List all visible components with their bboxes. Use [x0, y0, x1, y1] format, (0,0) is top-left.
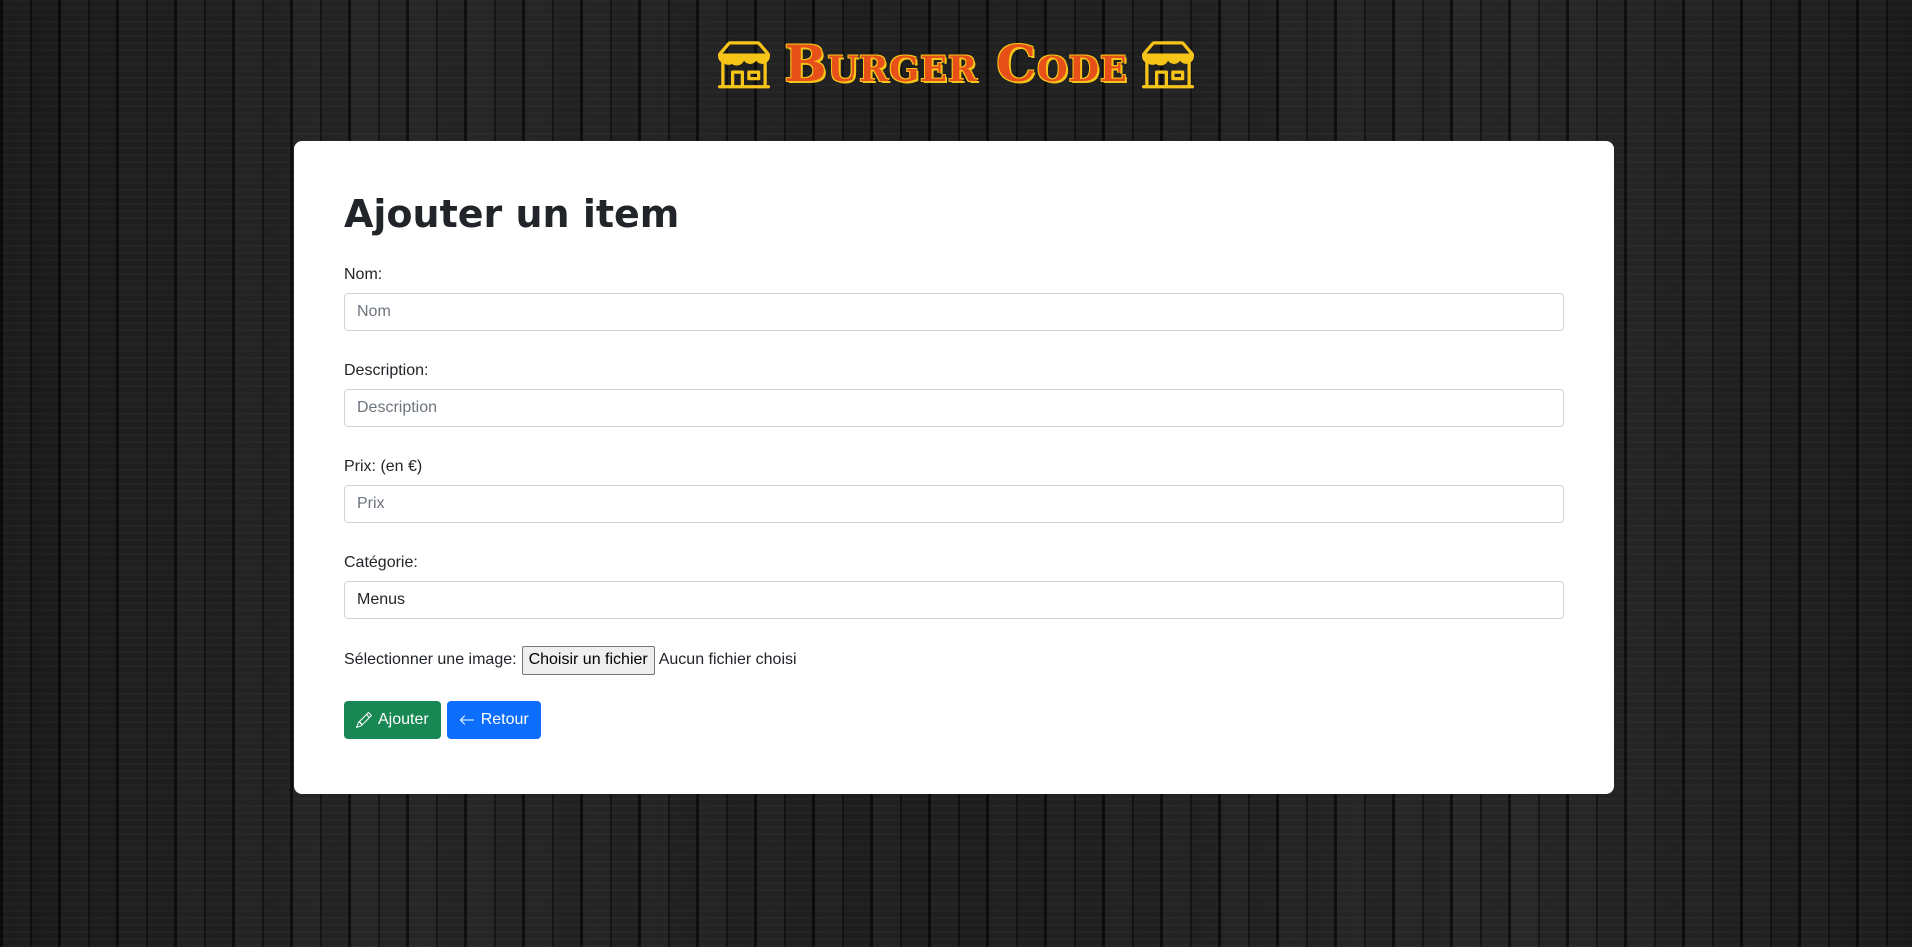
add-item-card: Ajouter un item Nom: Description: Prix: … — [294, 141, 1614, 794]
form-actions: Ajouter Retour — [344, 701, 1564, 739]
choose-file-button[interactable]: Choisir un fichier — [521, 645, 655, 675]
image-label: Sélectionner une image: — [344, 651, 517, 668]
site-header: Burger Code — [0, 36, 1912, 92]
back-button-label: Retour — [480, 711, 529, 728]
price-label: Prix: (en €) — [344, 458, 423, 475]
name-label: Nom: — [344, 266, 383, 283]
brand-title: Burger Code — [784, 34, 1128, 93]
add-button-label: Ajouter — [378, 711, 429, 728]
page-title: Ajouter un item — [344, 192, 680, 236]
name-input[interactable] — [344, 293, 1564, 331]
description-input[interactable] — [344, 389, 1564, 427]
add-button[interactable]: Ajouter — [344, 701, 441, 739]
arrow-left-icon — [459, 715, 474, 725]
file-status: Aucun fichier choisi — [658, 651, 797, 668]
back-button[interactable]: Retour — [446, 701, 541, 739]
pencil-icon — [356, 712, 372, 728]
category-selected-value: Menus — [357, 591, 406, 608]
price-input[interactable] — [344, 485, 1564, 523]
shop-icon — [1141, 41, 1194, 89]
category-select[interactable]: Menus — [344, 581, 1564, 619]
category-label: Catégorie: — [344, 554, 418, 571]
image-upload-row: Sélectionner une image: Choisir un fichi… — [344, 645, 1564, 675]
description-label: Description: — [344, 362, 429, 379]
shop-icon — [718, 41, 771, 89]
